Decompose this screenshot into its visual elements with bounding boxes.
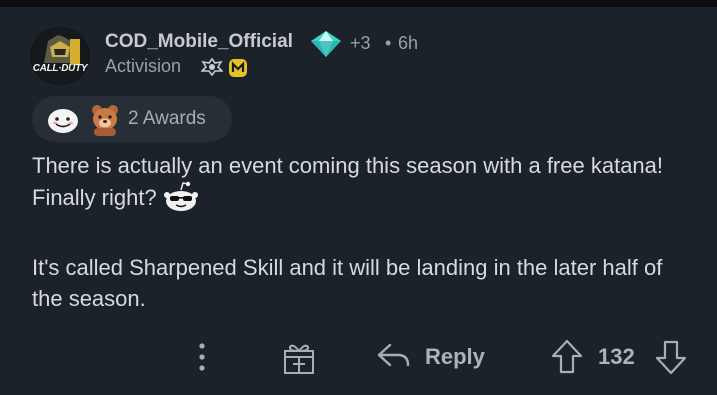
cod-mobile-icon	[229, 59, 247, 77]
more-vertical-icon[interactable]	[190, 337, 214, 377]
vote-score: 132	[598, 344, 635, 369]
more-awards-count[interactable]: +3	[350, 33, 371, 54]
reply-arrow-icon[interactable]	[376, 340, 412, 372]
wholesome-award-icon	[48, 109, 78, 133]
meta-separator: •	[385, 33, 392, 53]
comment-line-1: There is actually an event coming this s…	[32, 153, 664, 210]
top-edge-bar	[0, 0, 717, 7]
comment-paragraph-1: There is actually an event coming this s…	[32, 150, 692, 221]
call-of-duty-avatar-icon	[31, 27, 89, 85]
reply-button[interactable]: Reply	[425, 344, 485, 370]
comment-author[interactable]: COD_Mobile_Official	[105, 31, 293, 53]
user-avatar[interactable]: CALL·DUTY	[30, 27, 90, 85]
awards-pill[interactable]: 2 Awards	[32, 96, 232, 142]
bear-award-icon	[92, 105, 118, 136]
comment-age: 6h	[398, 33, 419, 53]
awards-count-label: 2 Awards	[128, 108, 206, 129]
comment-body: There is actually an event coming this s…	[32, 150, 692, 314]
comment-paragraph-2: It's called Sharpened Skill and it will …	[32, 255, 663, 311]
downvote-arrow-icon[interactable]	[654, 337, 688, 377]
snoo-sunglasses-emoji	[163, 181, 199, 221]
emblem-icon	[201, 58, 223, 76]
user-flair: Activision	[105, 56, 182, 76]
upvote-arrow-icon[interactable]	[550, 337, 584, 377]
diamond-award-icon[interactable]	[310, 30, 342, 58]
gift-award-icon[interactable]	[281, 337, 317, 377]
avatar-logo-text: CALL·DUTY	[32, 63, 88, 74]
